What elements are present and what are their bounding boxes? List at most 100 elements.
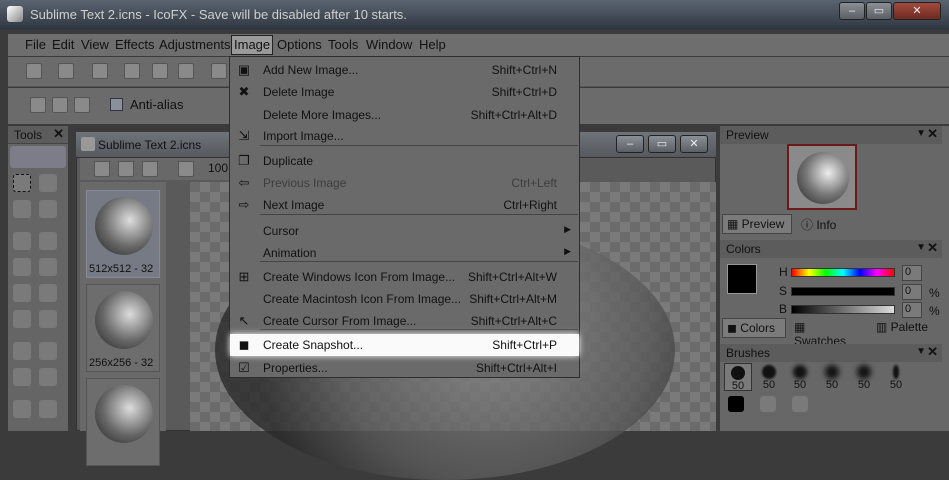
menu-file[interactable]: File xyxy=(25,37,46,52)
menu-item-delete-image[interactable]: ✖ Delete Image Shift+Ctrl+D xyxy=(230,81,579,103)
dropdown-icon[interactable]: ▼ xyxy=(916,128,926,139)
menu-tools[interactable]: Tools xyxy=(328,37,358,52)
hand-icon[interactable] xyxy=(39,368,57,386)
maximize-button[interactable]: ▭ xyxy=(866,2,892,20)
menu-item-animation[interactable]: Animation ▶ xyxy=(230,242,579,264)
app-icon xyxy=(7,6,23,22)
pen-tool-icon[interactable] xyxy=(10,146,66,168)
export-icon[interactable] xyxy=(142,161,158,177)
close-button[interactable]: ✕ xyxy=(893,2,941,20)
menu-help[interactable]: Help xyxy=(419,37,446,52)
zoom-out-icon[interactable] xyxy=(178,161,194,177)
thumbnail-item[interactable] xyxy=(86,378,160,466)
menu-item-create-macintosh-icon-from-image[interactable]: Create Macintosh Icon From Image... Shift… xyxy=(230,288,579,310)
eyedropper-icon[interactable] xyxy=(13,342,31,360)
cut-icon[interactable] xyxy=(124,63,140,79)
curved-arrow-icon[interactable] xyxy=(39,400,57,418)
menu-item-delete-more-images[interactable]: Delete More Images... Shift+Ctrl+Alt+D xyxy=(230,104,579,126)
doc-minimize-button[interactable]: – xyxy=(616,135,644,153)
menu-image[interactable]: Image xyxy=(231,35,274,55)
minimize-button[interactable]: – xyxy=(839,2,865,20)
dropdown-icon[interactable]: ▼ xyxy=(916,242,926,253)
selection-add-icon[interactable] xyxy=(52,97,68,113)
eraser-icon[interactable] xyxy=(39,284,57,302)
delete-icon[interactable] xyxy=(118,161,134,177)
paste-icon[interactable] xyxy=(178,63,194,79)
line-icon[interactable] xyxy=(39,232,57,250)
tab-info[interactable]: ⓘ Info xyxy=(797,214,857,234)
brush-item[interactable]: 50 xyxy=(786,363,814,391)
brush-item[interactable]: 50 xyxy=(882,363,910,391)
brush-item[interactable]: 50 xyxy=(850,363,878,391)
magic-wand-icon[interactable] xyxy=(39,174,57,192)
lighten-icon[interactable] xyxy=(39,310,57,328)
brush-item[interactable]: 50 xyxy=(724,363,752,392)
brush-splatter-icon[interactable] xyxy=(792,396,808,412)
saturation-slider[interactable] xyxy=(791,287,895,296)
open-folder-icon[interactable] xyxy=(58,63,74,79)
menu-item-duplicate[interactable]: ❐ Duplicate xyxy=(230,150,579,172)
doc-maximize-button[interactable]: ▭ xyxy=(648,135,676,153)
tab-palette[interactable]: ▥ Palette xyxy=(872,318,942,338)
blur-icon[interactable] xyxy=(13,310,31,328)
menu-item-create-windows-icon-from-image[interactable]: ⊞ Create Windows Icon From Image... Shift+… xyxy=(230,266,579,288)
text-icon[interactable] xyxy=(39,258,57,276)
brush-scatter-icon[interactable] xyxy=(760,396,776,412)
menu-edit[interactable]: Edit xyxy=(52,37,74,52)
thumbnail-item[interactable]: 512x512 - 32 xyxy=(86,190,160,278)
menu-view[interactable]: View xyxy=(81,37,109,52)
close-icon[interactable]: ✕ xyxy=(53,126,64,142)
hue-value[interactable]: 0 xyxy=(902,265,922,281)
menu-options[interactable]: Options xyxy=(277,37,322,52)
fill-icon[interactable] xyxy=(13,284,31,302)
saturation-value[interactable]: 0 xyxy=(902,284,922,300)
add-image-icon[interactable] xyxy=(94,161,110,177)
swap-arrows-icon[interactable] xyxy=(13,400,31,418)
copy-icon[interactable] xyxy=(152,63,168,79)
save-icon[interactable] xyxy=(92,63,108,79)
marquee-select-icon[interactable] xyxy=(13,174,31,192)
menu-item-label: Create Snapshot... xyxy=(263,338,364,352)
move-icon[interactable] xyxy=(39,200,57,218)
menu-effects[interactable]: Effects xyxy=(115,37,155,52)
menu-item-create-snapshot[interactable]: ◼ Create Snapshot... Shift+Ctrl+P xyxy=(230,334,579,356)
menu-item-import-image[interactable]: ⇲ Import Image... xyxy=(230,125,579,147)
selection-subtract-icon[interactable] xyxy=(74,97,90,113)
zoom-level[interactable]: 100 xyxy=(208,161,228,175)
menu-item-cursor[interactable]: Cursor ▶ xyxy=(230,220,579,242)
antialias-checkbox[interactable] xyxy=(110,98,123,111)
menu-item-previous-image[interactable]: ⇦ Previous Image Ctrl+Left xyxy=(230,172,579,194)
primary-color-swatch[interactable] xyxy=(727,264,757,294)
close-icon[interactable]: ✕ xyxy=(927,344,938,360)
menu-window[interactable]: Window xyxy=(366,37,412,52)
thumbnail-item[interactable]: 256x256 - 32 xyxy=(86,284,160,372)
menu-item-next-image[interactable]: ⇨ Next Image Ctrl+Right xyxy=(230,194,579,216)
hue-slider[interactable] xyxy=(791,268,895,277)
zoom-icon[interactable] xyxy=(13,368,31,386)
rectangle-icon[interactable] xyxy=(13,258,31,276)
brush-item[interactable]: 50 xyxy=(818,363,846,391)
doc-close-button[interactable]: ✕ xyxy=(680,135,708,153)
new-file-icon[interactable] xyxy=(26,63,42,79)
tab-preview[interactable]: ▦ Preview xyxy=(722,214,792,234)
tab-label: Preview xyxy=(741,217,785,231)
selection-mode-icon[interactable] xyxy=(30,97,46,113)
close-icon[interactable]: ✕ xyxy=(927,240,938,256)
menu-item-create-cursor-from-image[interactable]: ↖ Create Cursor From Image... Shift+Ctrl+A… xyxy=(230,310,579,332)
menu-item-add-new-image[interactable]: ▣ Add New Image... Shift+Ctrl+N xyxy=(230,59,579,81)
tab-colors[interactable]: ◼ Colors xyxy=(722,318,786,338)
brightness-slider[interactable] xyxy=(791,305,895,314)
tab-swatches[interactable]: ▦ Swatches xyxy=(790,318,864,348)
brush-size: 50 xyxy=(857,379,871,391)
menu-item-properties[interactable]: ☑ Properties... Shift+Ctrl+Alt+I xyxy=(230,357,579,379)
brush-square-icon[interactable] xyxy=(728,396,744,412)
close-icon[interactable]: ✕ xyxy=(927,126,938,142)
pencil-icon[interactable] xyxy=(39,342,57,360)
brush-item[interactable]: 50 xyxy=(755,363,783,391)
dropdown-icon[interactable]: ▼ xyxy=(916,346,926,357)
brush-icon[interactable] xyxy=(13,232,31,250)
menu-adjustments[interactable]: Adjustments xyxy=(159,37,231,52)
undo-icon[interactable] xyxy=(211,63,227,79)
brightness-value[interactable]: 0 xyxy=(902,302,922,318)
crop-icon[interactable] xyxy=(13,200,31,218)
